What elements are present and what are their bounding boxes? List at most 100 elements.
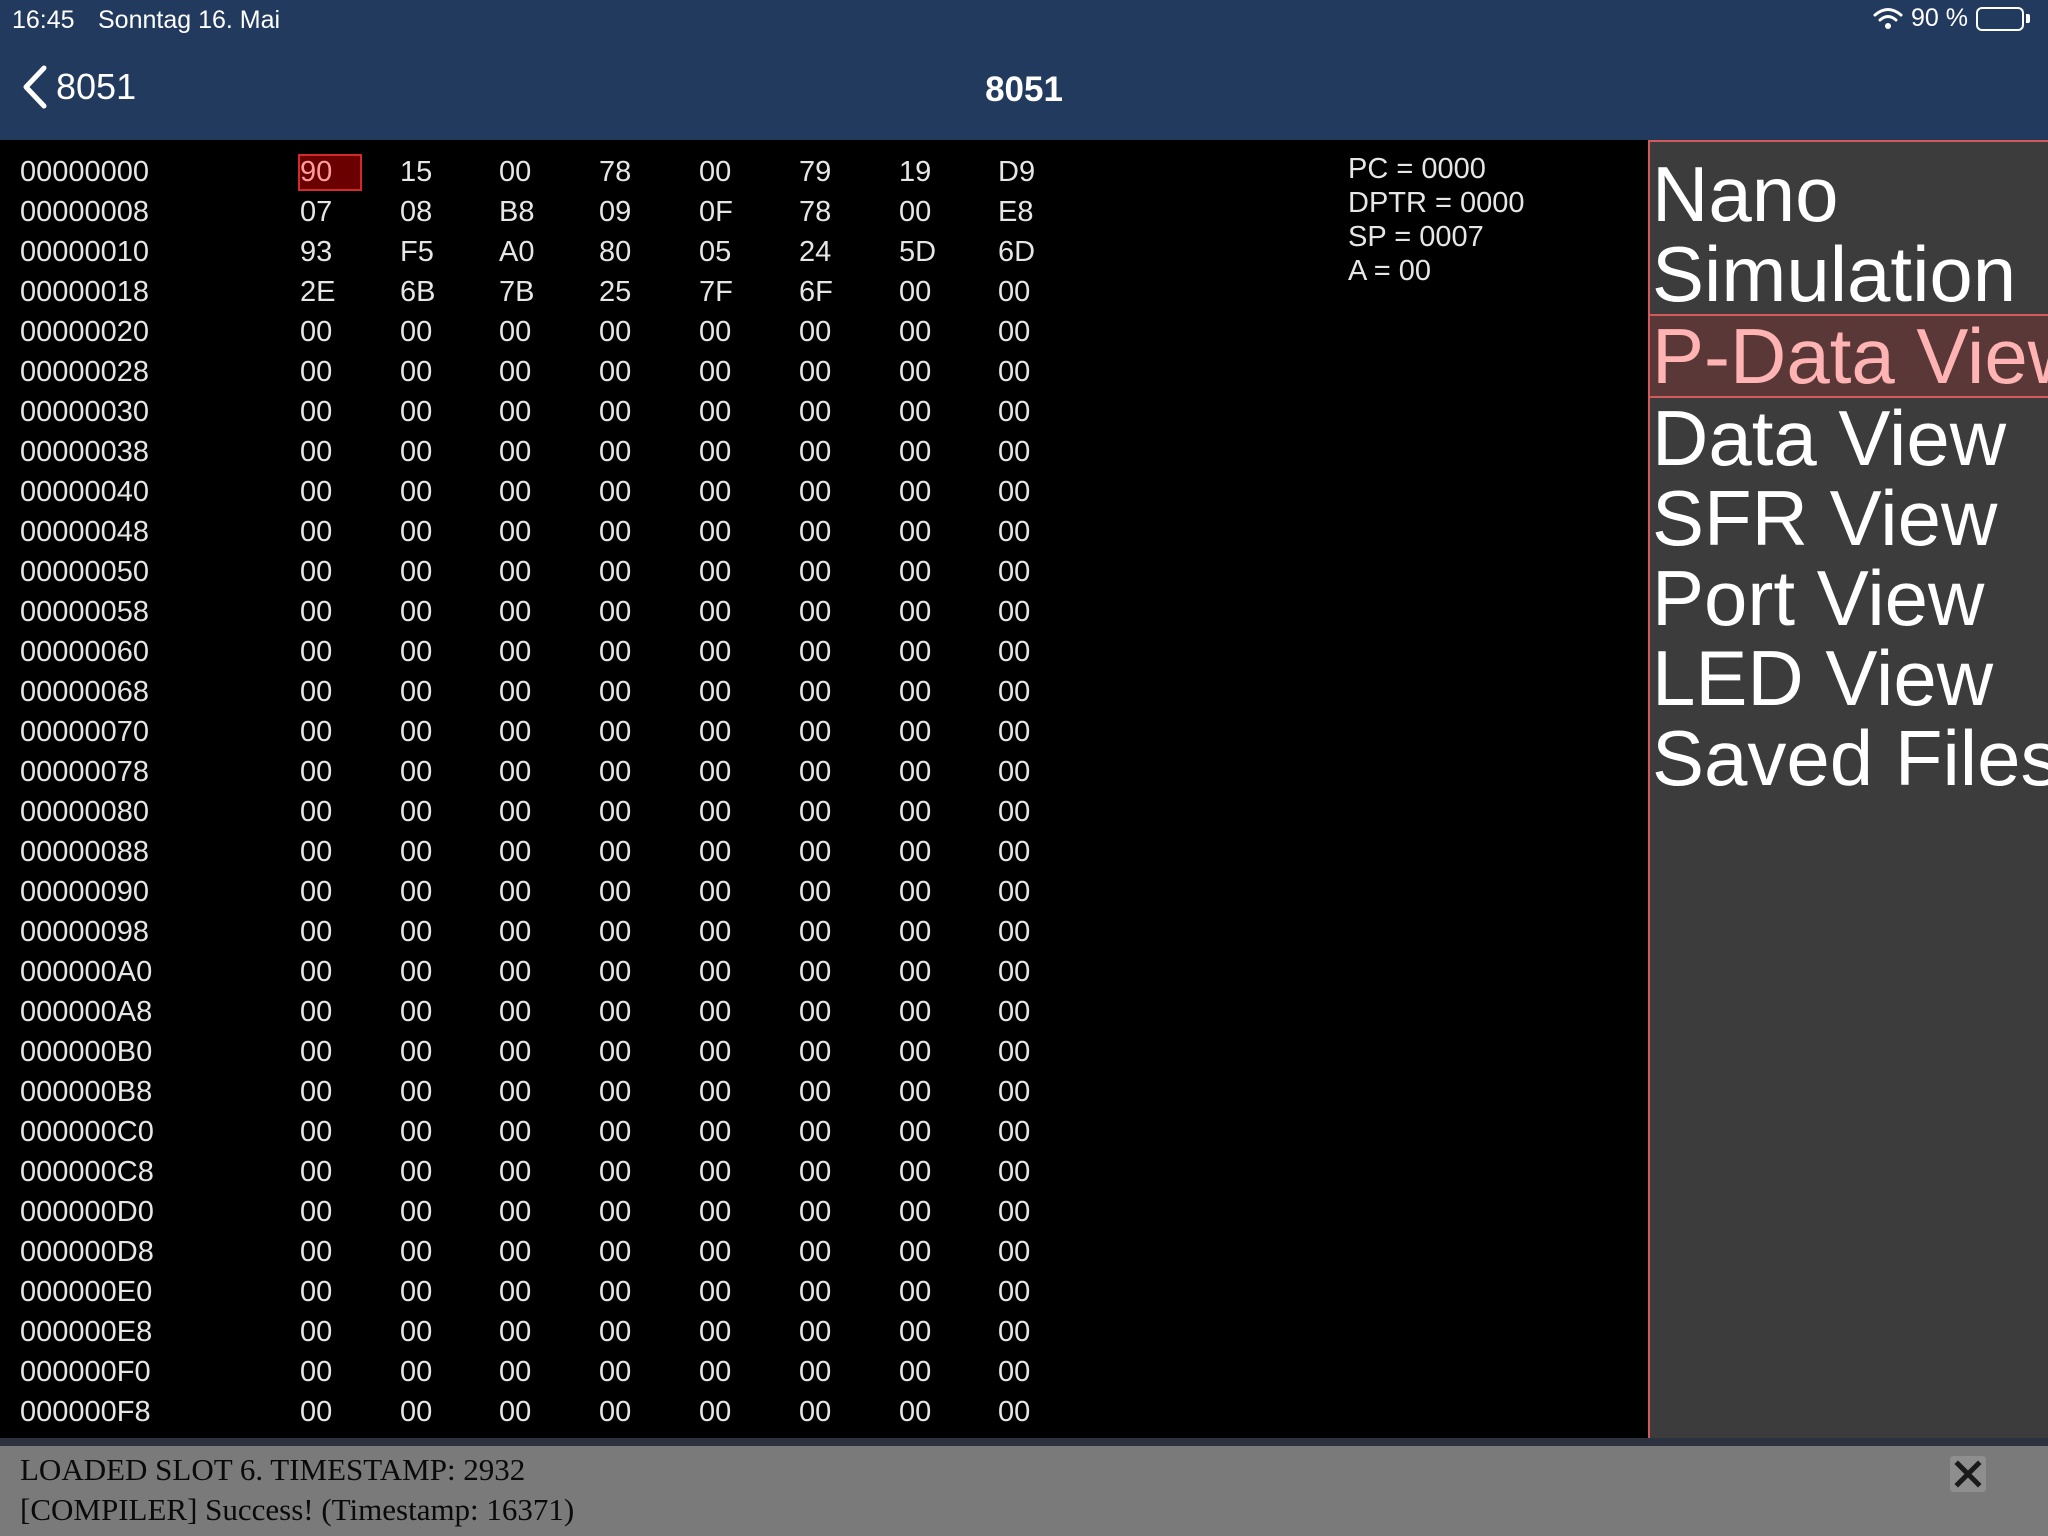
memory-byte-cell[interactable]: 00: [599, 996, 659, 1029]
memory-byte-cell[interactable]: 00: [300, 1396, 360, 1429]
menu-item-port-view[interactable]: Port View: [1650, 558, 2048, 638]
memory-byte-cell[interactable]: 00: [998, 476, 1058, 509]
memory-byte-cell[interactable]: 00: [499, 836, 559, 869]
memory-byte-cell[interactable]: 00: [699, 1036, 759, 1069]
memory-byte-cell[interactable]: 00: [400, 556, 460, 589]
memory-byte-cell[interactable]: 00: [799, 316, 859, 349]
memory-byte-cell[interactable]: 00: [599, 1316, 659, 1349]
memory-byte-cell[interactable]: 00: [799, 836, 859, 869]
memory-byte-cell[interactable]: 00: [300, 1036, 360, 1069]
memory-byte-cell[interactable]: 00: [799, 916, 859, 949]
memory-byte-cell[interactable]: 00: [899, 396, 959, 429]
memory-byte-cell[interactable]: 00: [799, 1196, 859, 1229]
memory-byte-cell[interactable]: 00: [699, 316, 759, 349]
memory-byte-cell[interactable]: 00: [899, 1196, 959, 1229]
memory-byte-cell[interactable]: 00: [998, 356, 1058, 389]
memory-byte-cell[interactable]: 00: [699, 436, 759, 469]
memory-byte-cell[interactable]: 00: [499, 876, 559, 909]
memory-byte-cell[interactable]: 00: [699, 516, 759, 549]
memory-byte-cell[interactable]: 00: [400, 796, 460, 829]
memory-byte-cell[interactable]: 00: [799, 1036, 859, 1069]
menu-item-sfr-view[interactable]: SFR View: [1650, 478, 2048, 558]
memory-byte-cell[interactable]: 00: [300, 956, 360, 989]
memory-byte-cell[interactable]: 00: [799, 1316, 859, 1349]
memory-byte-cell[interactable]: 00: [499, 396, 559, 429]
memory-byte-cell[interactable]: 00: [899, 556, 959, 589]
memory-byte-cell[interactable]: 00: [400, 916, 460, 949]
memory-byte-cell[interactable]: 00: [899, 876, 959, 909]
memory-byte-cell[interactable]: 00: [599, 1196, 659, 1229]
memory-byte-cell[interactable]: 00: [300, 516, 360, 549]
memory-byte-cell[interactable]: 00: [699, 836, 759, 869]
memory-byte-cell[interactable]: 00: [400, 1196, 460, 1229]
memory-byte-cell[interactable]: 00: [499, 1116, 559, 1149]
memory-byte-cell[interactable]: 00: [599, 516, 659, 549]
memory-byte-cell[interactable]: 00: [599, 476, 659, 509]
memory-byte-cell[interactable]: F5: [400, 236, 460, 269]
memory-byte-cell[interactable]: 00: [300, 1156, 360, 1189]
memory-byte-cell[interactable]: 00: [499, 1316, 559, 1349]
memory-byte-cell[interactable]: 00: [499, 596, 559, 629]
memory-byte-cell[interactable]: 00: [499, 436, 559, 469]
memory-byte-cell[interactable]: 00: [300, 1076, 360, 1109]
program-memory-view[interactable]: PC = 0000 DPTR = 0000 SP = 0007 A = 00 0…: [0, 140, 1648, 1440]
memory-byte-cell[interactable]: 00: [300, 1276, 360, 1309]
memory-byte-cell[interactable]: 00: [799, 596, 859, 629]
memory-byte-cell[interactable]: 00: [300, 556, 360, 589]
memory-byte-cell[interactable]: 08: [400, 196, 460, 229]
memory-byte-cell[interactable]: 00: [899, 796, 959, 829]
memory-byte-cell[interactable]: 00: [300, 316, 360, 349]
memory-byte-cell[interactable]: 00: [400, 1036, 460, 1069]
memory-byte-cell[interactable]: B8: [499, 196, 559, 229]
memory-byte-cell[interactable]: 00: [998, 1196, 1058, 1229]
memory-byte-cell[interactable]: 00: [699, 1236, 759, 1269]
memory-byte-cell[interactable]: 00: [998, 716, 1058, 749]
memory-byte-cell[interactable]: 00: [998, 1356, 1058, 1389]
memory-byte-cell[interactable]: 00: [998, 436, 1058, 469]
memory-byte-cell[interactable]: 00: [400, 476, 460, 509]
memory-byte-cell[interactable]: 00: [799, 1076, 859, 1109]
memory-byte-cell[interactable]: 00: [799, 556, 859, 589]
memory-byte-cell[interactable]: 5D: [899, 236, 959, 269]
memory-byte-cell[interactable]: 00: [899, 436, 959, 469]
memory-byte-cell[interactable]: 00: [599, 436, 659, 469]
memory-byte-cell[interactable]: 2E: [300, 276, 360, 309]
memory-byte-cell[interactable]: 7F: [699, 276, 759, 309]
memory-byte-cell[interactable]: 7B: [499, 276, 559, 309]
memory-byte-cell[interactable]: 00: [400, 1116, 460, 1149]
memory-byte-cell[interactable]: 00: [400, 436, 460, 469]
memory-byte-cell[interactable]: 00: [998, 316, 1058, 349]
memory-byte-cell[interactable]: 00: [899, 956, 959, 989]
memory-byte-cell[interactable]: 00: [599, 316, 659, 349]
memory-byte-cell[interactable]: 00: [799, 636, 859, 669]
memory-byte-cell[interactable]: 00: [899, 1236, 959, 1269]
memory-byte-cell[interactable]: 00: [699, 716, 759, 749]
memory-byte-cell[interactable]: 00: [998, 956, 1058, 989]
memory-byte-cell[interactable]: 00: [599, 1036, 659, 1069]
menu-item-data-view[interactable]: Data View: [1650, 398, 2048, 478]
memory-byte-cell[interactable]: 00: [699, 556, 759, 589]
memory-byte-cell[interactable]: 79: [799, 156, 859, 189]
memory-byte-cell[interactable]: 00: [998, 1396, 1058, 1429]
memory-byte-cell[interactable]: 00: [799, 676, 859, 709]
memory-byte-cell[interactable]: 00: [899, 1396, 959, 1429]
memory-byte-cell[interactable]: 00: [899, 1156, 959, 1189]
memory-byte-cell[interactable]: 00: [998, 276, 1058, 309]
memory-byte-cell[interactable]: 00: [300, 396, 360, 429]
menu-item-saved-files[interactable]: Saved Files: [1650, 718, 2048, 798]
memory-byte-cell[interactable]: 00: [499, 156, 559, 189]
memory-byte-cell[interactable]: 07: [300, 196, 360, 229]
memory-byte-cell[interactable]: 00: [799, 1396, 859, 1429]
memory-byte-cell[interactable]: 00: [599, 676, 659, 709]
memory-byte-cell[interactable]: 00: [799, 1116, 859, 1149]
memory-byte-cell[interactable]: 00: [499, 356, 559, 389]
memory-byte-cell[interactable]: 00: [799, 1236, 859, 1269]
memory-byte-cell[interactable]: 00: [699, 1196, 759, 1229]
memory-byte-cell[interactable]: 00: [699, 356, 759, 389]
memory-byte-cell[interactable]: 00: [998, 996, 1058, 1029]
memory-byte-cell[interactable]: 00: [899, 1356, 959, 1389]
memory-byte-cell[interactable]: 00: [499, 1396, 559, 1429]
memory-byte-cell[interactable]: 00: [300, 1116, 360, 1149]
memory-byte-cell[interactable]: 00: [599, 1116, 659, 1149]
memory-byte-cell[interactable]: 00: [998, 836, 1058, 869]
